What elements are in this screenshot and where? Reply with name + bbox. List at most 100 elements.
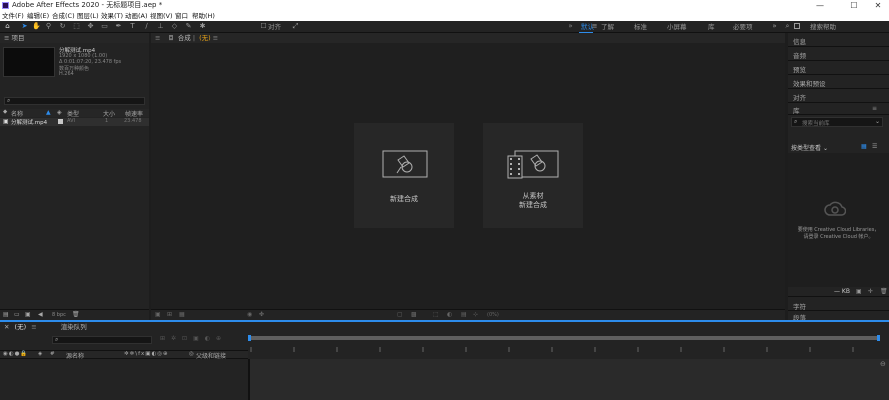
pen-tool-icon[interactable]: ✒: [114, 22, 123, 31]
time-ruler[interactable]: [250, 342, 880, 352]
source-name-column[interactable]: 源名称: [66, 351, 84, 360]
column-size[interactable]: 大小: [103, 109, 115, 118]
always-preview-icon[interactable]: ▣: [155, 311, 161, 318]
delete-icon[interactable]: 🗑: [72, 311, 80, 318]
type-tool-icon[interactable]: T: [128, 22, 137, 31]
layer-list[interactable]: [0, 360, 248, 400]
info-panel-tab[interactable]: 信息: [788, 33, 889, 47]
sort-arrow-icon[interactable]: ▲: [46, 109, 51, 116]
search-help-label[interactable]: 搜索帮助: [810, 21, 836, 33]
preview-panel-tab[interactable]: 预览: [788, 61, 889, 75]
time-navigator-bar[interactable]: [248, 336, 879, 340]
composition-from-footage-card[interactable]: 从素材 新建合成: [483, 123, 583, 228]
magnification-icon[interactable]: ⊞: [167, 311, 172, 318]
new-folder-icon[interactable]: ▭: [14, 311, 20, 318]
label-color-swatch[interactable]: [58, 119, 63, 124]
show-channel-icon[interactable]: ✤: [259, 311, 264, 318]
close-tab-icon[interactable]: ✕: [4, 323, 9, 331]
paragraph-panel-tab[interactable]: 段落: [788, 312, 889, 322]
timeline-icon[interactable]: ▤: [461, 311, 467, 318]
rotate-tool-icon[interactable]: ↻: [58, 22, 67, 31]
3d-view-icon[interactable]: ⬚: [433, 311, 439, 318]
view-by-type-dropdown[interactable]: 按类型查看 ⌄: [791, 143, 828, 152]
timeline-switch-icons[interactable]: ⊞✲⊡▣◐⊕: [160, 335, 227, 342]
menu-file[interactable]: 文件(F): [2, 11, 24, 21]
effects-presets-panel-tab[interactable]: 效果和预设: [788, 75, 889, 89]
tag-column-icon[interactable]: ◈: [57, 109, 62, 116]
snap-options-icon[interactable]: ⤢: [291, 22, 300, 31]
navigator-end-handle[interactable]: [877, 335, 880, 341]
menu-view[interactable]: 视图(V): [150, 11, 173, 21]
composition-tab-value[interactable]: (无): [199, 34, 211, 42]
navigator-start-handle[interactable]: [248, 335, 251, 341]
exposure-value[interactable]: (0%): [487, 312, 499, 318]
parent-link-column[interactable]: 父级和链接: [196, 351, 226, 360]
align-panel-tab[interactable]: 对齐: [788, 89, 889, 103]
maximize-button[interactable]: ☐: [843, 0, 865, 11]
new-composition-button-icon[interactable]: ▣: [25, 311, 31, 318]
panel-menu-icon[interactable]: ≡: [4, 34, 9, 42]
search-help-icon[interactable]: ⌕: [783, 22, 792, 31]
project-search-input[interactable]: ⌕: [4, 97, 145, 105]
character-panel-tab[interactable]: 字符: [788, 299, 889, 311]
flowchart-icon[interactable]: ⊹: [473, 311, 478, 318]
clone-stamp-tool-icon[interactable]: ⊥: [156, 22, 165, 31]
library-delete-icon[interactable]: 🗑: [880, 288, 888, 295]
project-settings-icon[interactable]: ◀: [38, 311, 43, 318]
menu-animation[interactable]: 动画(A): [125, 11, 148, 21]
libraries-menu-icon[interactable]: ≡: [872, 105, 877, 112]
more-workspaces-icon[interactable]: »: [770, 22, 779, 31]
list-view-icon[interactable]: ☰: [872, 143, 877, 150]
snap-checkbox-icon[interactable]: ☐: [259, 22, 268, 31]
parent-pickwhip-icon[interactable]: ◎: [189, 351, 194, 357]
menu-composition[interactable]: 合成(C): [52, 11, 75, 21]
hand-tool-icon[interactable]: ✋: [32, 22, 41, 31]
render-queue-tab[interactable]: 渲染队列: [61, 323, 87, 331]
library-add-icon[interactable]: ✛: [868, 288, 873, 295]
rectangle-tool-icon[interactable]: ▭: [100, 22, 109, 31]
lock-icon[interactable]: ◘: [169, 34, 174, 42]
column-name[interactable]: 名称: [11, 109, 23, 118]
panel-menu-icon[interactable]: ≡: [155, 34, 160, 42]
menu-effect[interactable]: 效果(T): [101, 11, 123, 21]
column-type[interactable]: 类型: [67, 109, 79, 118]
puppet-tool-icon[interactable]: ✱: [198, 22, 207, 31]
selection-tool-icon[interactable]: ➤: [20, 22, 29, 31]
workspace-learn[interactable]: 了解: [601, 21, 614, 33]
grid-overlay-icon[interactable]: ▦: [179, 311, 185, 318]
brush-tool-icon[interactable]: ∕: [142, 22, 151, 31]
workspace-menu-icon[interactable]: ≡: [590, 22, 599, 31]
project-tab-label[interactable]: 项目: [11, 34, 24, 42]
menu-layer[interactable]: 图层(L): [77, 11, 99, 21]
timeline-search-input[interactable]: ⌕: [52, 336, 152, 344]
expand-workspaces-icon[interactable]: »: [566, 22, 575, 31]
interpret-footage-icon[interactable]: ▤: [3, 311, 9, 318]
close-button[interactable]: ✕: [867, 0, 889, 11]
layer-switch-icons[interactable]: ✲✲\fx▣◐◎⊕: [124, 351, 169, 357]
zoom-tool-icon[interactable]: ⚲: [44, 22, 53, 31]
grid-view-icon[interactable]: ▦: [861, 143, 867, 150]
roto-brush-tool-icon[interactable]: ✎: [184, 22, 193, 31]
library-search-input[interactable]: ⌕ 搜索当前库 ⌄: [791, 117, 883, 127]
camera-tool-icon[interactable]: ⬚: [72, 22, 81, 31]
av-switch-icons[interactable]: ◉◐●🔒: [3, 351, 28, 357]
composition-tab-menu-icon[interactable]: ≡: [213, 34, 218, 42]
workspace-libraries[interactable]: 库: [708, 21, 715, 33]
region-of-interest-icon[interactable]: ▢: [397, 311, 403, 318]
menu-window[interactable]: 窗口: [175, 11, 188, 21]
timeline-tab-menu-icon[interactable]: ≡: [31, 323, 36, 331]
chevron-down-icon[interactable]: ⌄: [875, 118, 880, 125]
menu-edit[interactable]: 编辑(E): [27, 11, 49, 21]
libraries-panel-header[interactable]: 库 ≡: [788, 103, 889, 115]
layer-number-icon[interactable]: #: [50, 351, 55, 357]
timeline-track-area[interactable]: [250, 359, 889, 400]
timeline-tab-label[interactable]: (无): [15, 323, 27, 331]
composition-tab-label[interactable]: 合成: [178, 34, 191, 42]
timeline-zoom-icon[interactable]: ⊖: [880, 360, 886, 368]
menu-help[interactable]: 帮助(H): [192, 11, 215, 21]
pan-behind-tool-icon[interactable]: ✥: [86, 22, 95, 31]
cc-message-line2[interactable]: 请登录 Creative Cloud 帐户。: [790, 233, 887, 240]
minimize-button[interactable]: —: [809, 0, 831, 11]
project-item-row[interactable]: ▣ 分解测试.mp4 AVI 1 23.478: [0, 118, 149, 126]
eraser-tool-icon[interactable]: ◇: [170, 22, 179, 31]
